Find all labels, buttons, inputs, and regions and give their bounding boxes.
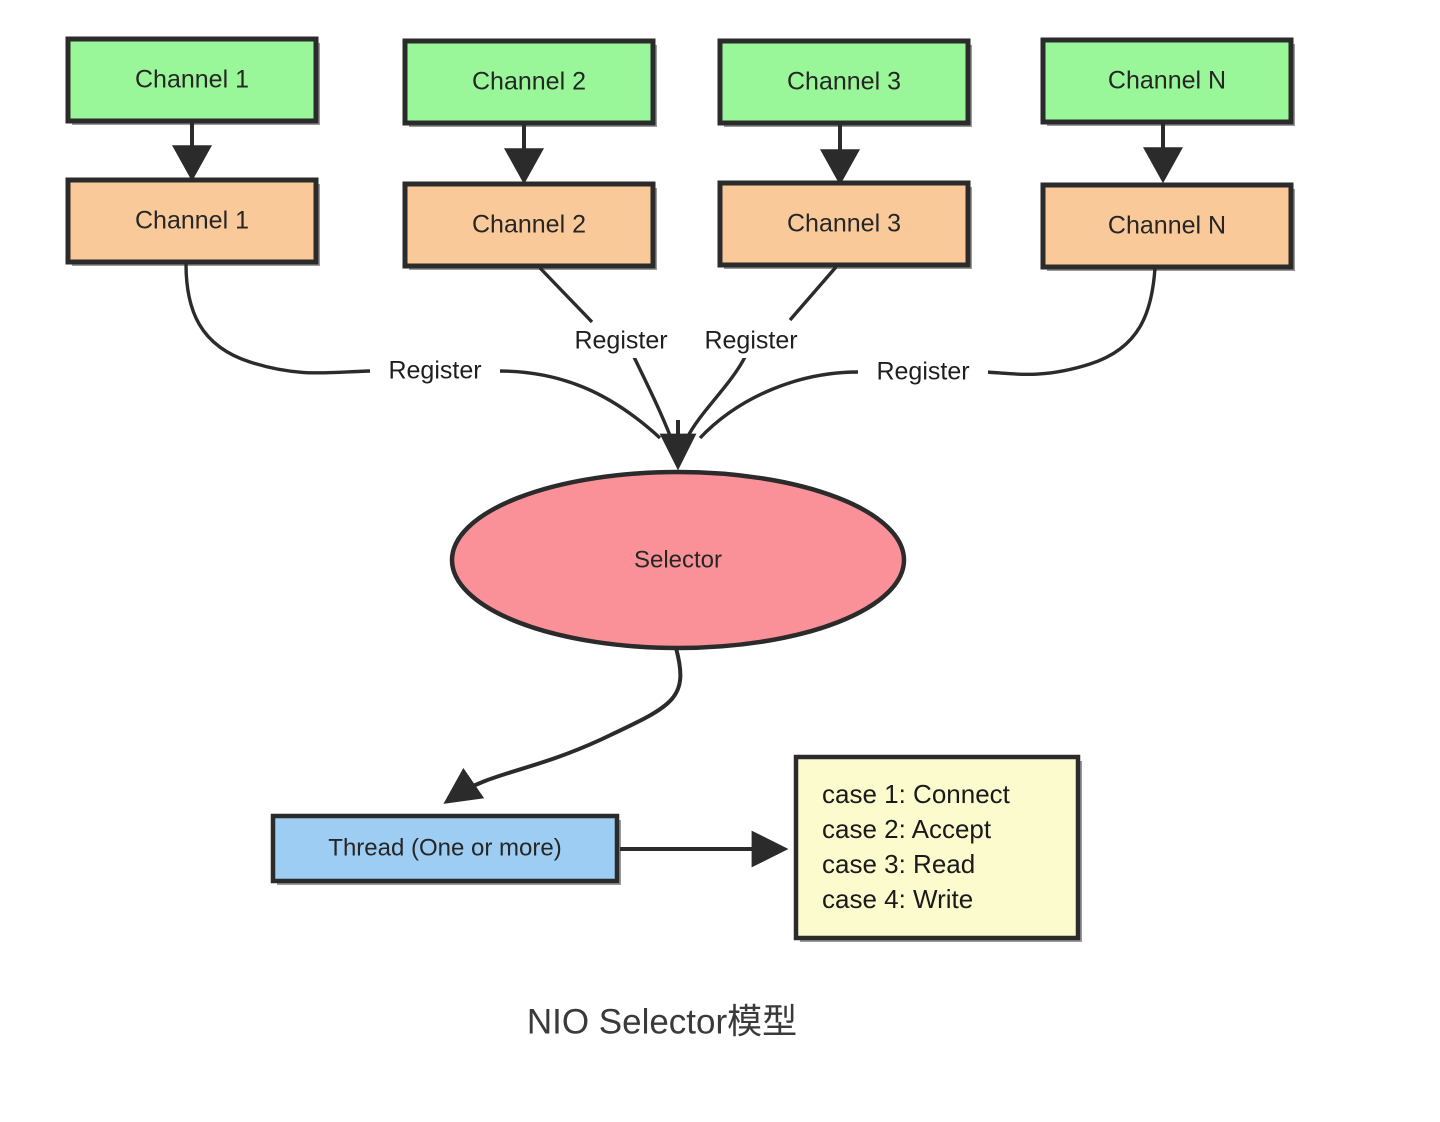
- nio-selector-diagram: Channel 1 Channel 2 Channel 3 Channel N …: [65, 36, 1295, 1041]
- register-edge-channel-3-upper: [788, 265, 838, 322]
- register-edge-channel-2-lower: [632, 356, 673, 439]
- channel-top-1[interactable]: Channel 1: [65, 36, 320, 125]
- thread-node[interactable]: Thread (One or more): [270, 813, 621, 885]
- register-label-2: Register: [574, 327, 667, 355]
- register-label-1: Register: [388, 357, 481, 385]
- arrow-selector-to-thread: [443, 647, 683, 804]
- channel-bottom-1-label: Channel 1: [135, 207, 249, 235]
- diagram-caption: NIO Selector模型: [527, 1002, 797, 1041]
- register-edge-channel-3-lower: [685, 356, 747, 439]
- selector-node[interactable]: Selector: [449, 469, 907, 651]
- register-edge-channel-n-right: [984, 267, 1157, 377]
- register-edge-channel-1-right: [497, 369, 662, 440]
- channel-top-3-label: Channel 3: [787, 68, 901, 96]
- register-edge-channel-n-left: [698, 370, 859, 440]
- channel-top-2-label: Channel 2: [472, 68, 586, 96]
- channel-bottom-n[interactable]: Channel N: [1040, 182, 1295, 271]
- channel-bottom-2[interactable]: Channel 2: [402, 181, 657, 270]
- channel-bottom-1[interactable]: Channel 1: [65, 177, 320, 266]
- channel-top-3[interactable]: Channel 3: [717, 38, 972, 127]
- thread-label: Thread (One or more): [328, 834, 561, 861]
- channel-bottom-2-label: Channel 2: [472, 211, 586, 239]
- register-label-4: Register: [876, 358, 969, 386]
- register-label-4-group: Register: [860, 358, 988, 388]
- case-line-3: case 3: Read: [822, 849, 975, 879]
- case-line-2: case 2: Accept: [822, 814, 992, 844]
- channel-bottom-3-label: Channel 3: [787, 210, 901, 238]
- register-label-1-group: Register: [372, 357, 500, 387]
- selector-label: Selector: [634, 546, 722, 573]
- case-line-4: case 4: Write: [822, 884, 973, 914]
- channel-bottom-3[interactable]: Channel 3: [717, 180, 972, 269]
- channel-top-n[interactable]: Channel N: [1040, 37, 1295, 126]
- channel-bottom-n-label: Channel N: [1108, 212, 1226, 240]
- channel-top-1-label: Channel 1: [135, 66, 249, 94]
- channel-top-2[interactable]: Channel 2: [402, 38, 657, 127]
- case-line-1: case 1: Connect: [822, 779, 1011, 809]
- channel-top-n-label: Channel N: [1108, 67, 1226, 95]
- register-label-3: Register: [704, 327, 797, 355]
- register-edge-channel-1-left: [184, 263, 371, 375]
- cases-node[interactable]: case 1: Connect case 2: Accept case 3: R…: [793, 754, 1082, 942]
- register-label-3-group: Register: [688, 326, 816, 358]
- register-label-2-group: Register: [558, 326, 686, 358]
- diagram-canvas: Channel 1 Channel 2 Channel 3 Channel N …: [0, 0, 1440, 1122]
- register-edge-channel-2-upper: [538, 266, 594, 324]
